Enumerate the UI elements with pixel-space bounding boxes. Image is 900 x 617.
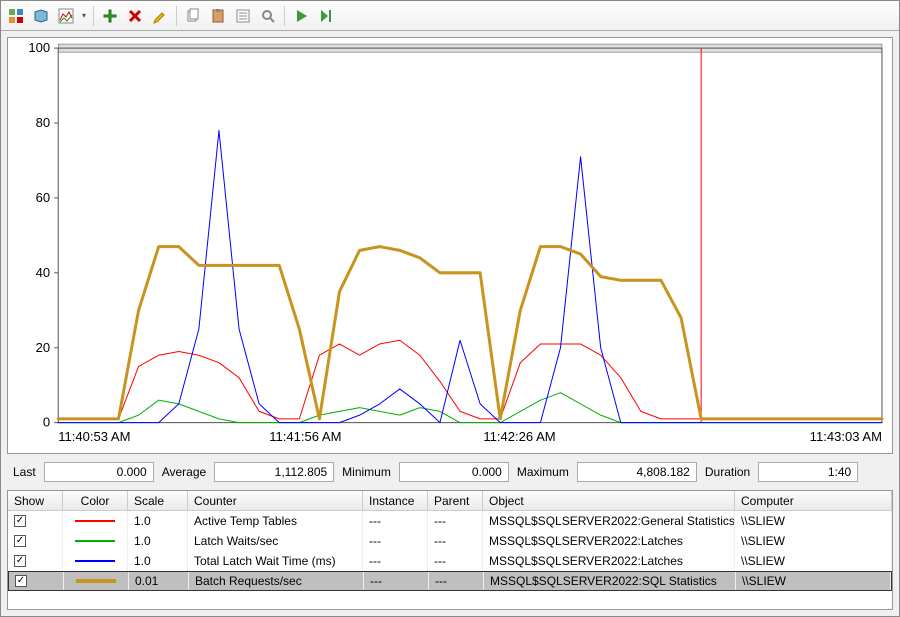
find-icon[interactable] — [257, 5, 279, 27]
perfmon-window: ▾ 0 20 40 60 80 100 11:40:53 AM 11:41:56 AM 11:4… — [0, 0, 900, 617]
object-cell: MSSQL$SQLSERVER2022:Latches — [483, 551, 735, 571]
scale-cell: 1.0 — [128, 551, 188, 571]
parent-cell: --- — [428, 531, 483, 551]
scale-cell: 1.0 — [128, 511, 188, 531]
scale-cell: 0.01 — [129, 572, 189, 590]
separator — [284, 6, 285, 26]
grid-row[interactable]: ✓1.0Latch Waits/sec------MSSQL$SQLSERVER… — [8, 531, 892, 551]
color-swatch — [75, 540, 115, 542]
show-checkbox[interactable]: ✓ — [14, 555, 26, 567]
add-icon[interactable] — [99, 5, 121, 27]
show-checkbox[interactable]: ✓ — [15, 575, 27, 587]
col-color[interactable]: Color — [63, 491, 128, 510]
stats-bar: Last 0.000 Average 1,112.805 Minimum 0.0… — [7, 458, 893, 486]
max-label: Maximum — [517, 465, 569, 479]
counter-grid[interactable]: Show Color Scale Counter Instance Parent… — [7, 490, 893, 610]
instance-cell: --- — [363, 511, 428, 531]
content-area: 0 20 40 60 80 100 11:40:53 AM 11:41:56 AM 11:42:… — [1, 31, 899, 616]
counter-cell: Active Temp Tables — [188, 511, 363, 531]
step-icon[interactable] — [315, 5, 337, 27]
max-value: 4,808.182 — [577, 462, 697, 482]
computer-cell: \\SLIEW — [735, 531, 892, 551]
last-value: 0.000 — [44, 462, 154, 482]
svg-text:60: 60 — [36, 190, 51, 205]
grid-header[interactable]: Show Color Scale Counter Instance Parent… — [8, 491, 892, 511]
svg-text:20: 20 — [36, 340, 51, 355]
col-instance[interactable]: Instance — [363, 491, 428, 510]
col-scale[interactable]: Scale — [128, 491, 188, 510]
col-object[interactable]: Object — [483, 491, 735, 510]
svg-text:100: 100 — [28, 40, 50, 55]
dur-value: 1:40 — [758, 462, 858, 482]
separator — [176, 6, 177, 26]
counter-cell: Total Latch Wait Time (ms) — [188, 551, 363, 571]
avg-label: Average — [162, 465, 206, 479]
object-cell: MSSQL$SQLSERVER2022:General Statistics — [483, 511, 735, 531]
computer-cell: \\SLIEW — [735, 551, 892, 571]
grid-row[interactable]: ✓1.0Active Temp Tables------MSSQL$SQLSER… — [8, 511, 892, 531]
svg-text:80: 80 — [36, 115, 51, 130]
col-show[interactable]: Show — [8, 491, 63, 510]
chart-view-dropdown[interactable]: ▾ — [80, 11, 88, 20]
grid-row[interactable]: ✓1.0Total Latch Wait Time (ms)------MSSQ… — [8, 551, 892, 571]
view-group-icon[interactable] — [5, 5, 27, 27]
color-swatch — [75, 520, 115, 522]
min-value: 0.000 — [399, 462, 509, 482]
last-label: Last — [13, 465, 36, 479]
instance-cell: --- — [364, 572, 429, 590]
min-label: Minimum — [342, 465, 391, 479]
svg-text:11:40:53 AM: 11:40:53 AM — [58, 429, 130, 444]
counter-cell: Latch Waits/sec — [188, 531, 363, 551]
parent-cell: --- — [429, 572, 484, 590]
avg-value: 1,112.805 — [214, 462, 334, 482]
parent-cell: --- — [428, 551, 483, 571]
grid-row[interactable]: ✓0.01Batch Requests/sec------MSSQL$SQLSE… — [8, 571, 892, 591]
play-icon[interactable] — [290, 5, 312, 27]
color-swatch — [75, 560, 115, 562]
paste-icon[interactable] — [207, 5, 229, 27]
svg-text:11:41:56 AM: 11:41:56 AM — [269, 429, 341, 444]
instance-cell: --- — [363, 551, 428, 571]
svg-text:11:42:26 AM: 11:42:26 AM — [483, 429, 555, 444]
separator — [93, 6, 94, 26]
object-cell: MSSQL$SQLSERVER2022:SQL Statistics — [484, 572, 736, 590]
remove-icon[interactable] — [124, 5, 146, 27]
color-swatch — [76, 579, 116, 583]
object-cell: MSSQL$SQLSERVER2022:Latches — [483, 531, 735, 551]
scale-cell: 1.0 — [128, 531, 188, 551]
highlight-icon[interactable] — [149, 5, 171, 27]
dur-label: Duration — [705, 465, 750, 479]
computer-cell: \\SLIEW — [735, 511, 892, 531]
col-parent[interactable]: Parent — [428, 491, 483, 510]
svg-text:11:43:03 AM: 11:43:03 AM — [810, 429, 882, 444]
show-checkbox[interactable]: ✓ — [14, 535, 26, 547]
parent-cell: --- — [428, 511, 483, 531]
svg-text:40: 40 — [36, 265, 51, 280]
chart-area[interactable]: 0 20 40 60 80 100 11:40:53 AM 11:41:56 AM 11:42:… — [7, 37, 893, 454]
new-set-icon[interactable] — [30, 5, 52, 27]
col-computer[interactable]: Computer — [735, 491, 892, 510]
show-checkbox[interactable]: ✓ — [14, 515, 26, 527]
properties-icon[interactable] — [232, 5, 254, 27]
col-counter[interactable]: Counter — [188, 491, 363, 510]
svg-text:0: 0 — [43, 415, 50, 430]
toolbar: ▾ — [1, 1, 899, 31]
instance-cell: --- — [363, 531, 428, 551]
chart-view-icon[interactable] — [55, 5, 77, 27]
counter-cell: Batch Requests/sec — [189, 572, 364, 590]
computer-cell: \\SLIEW — [736, 572, 891, 590]
copy-icon[interactable] — [182, 5, 204, 27]
